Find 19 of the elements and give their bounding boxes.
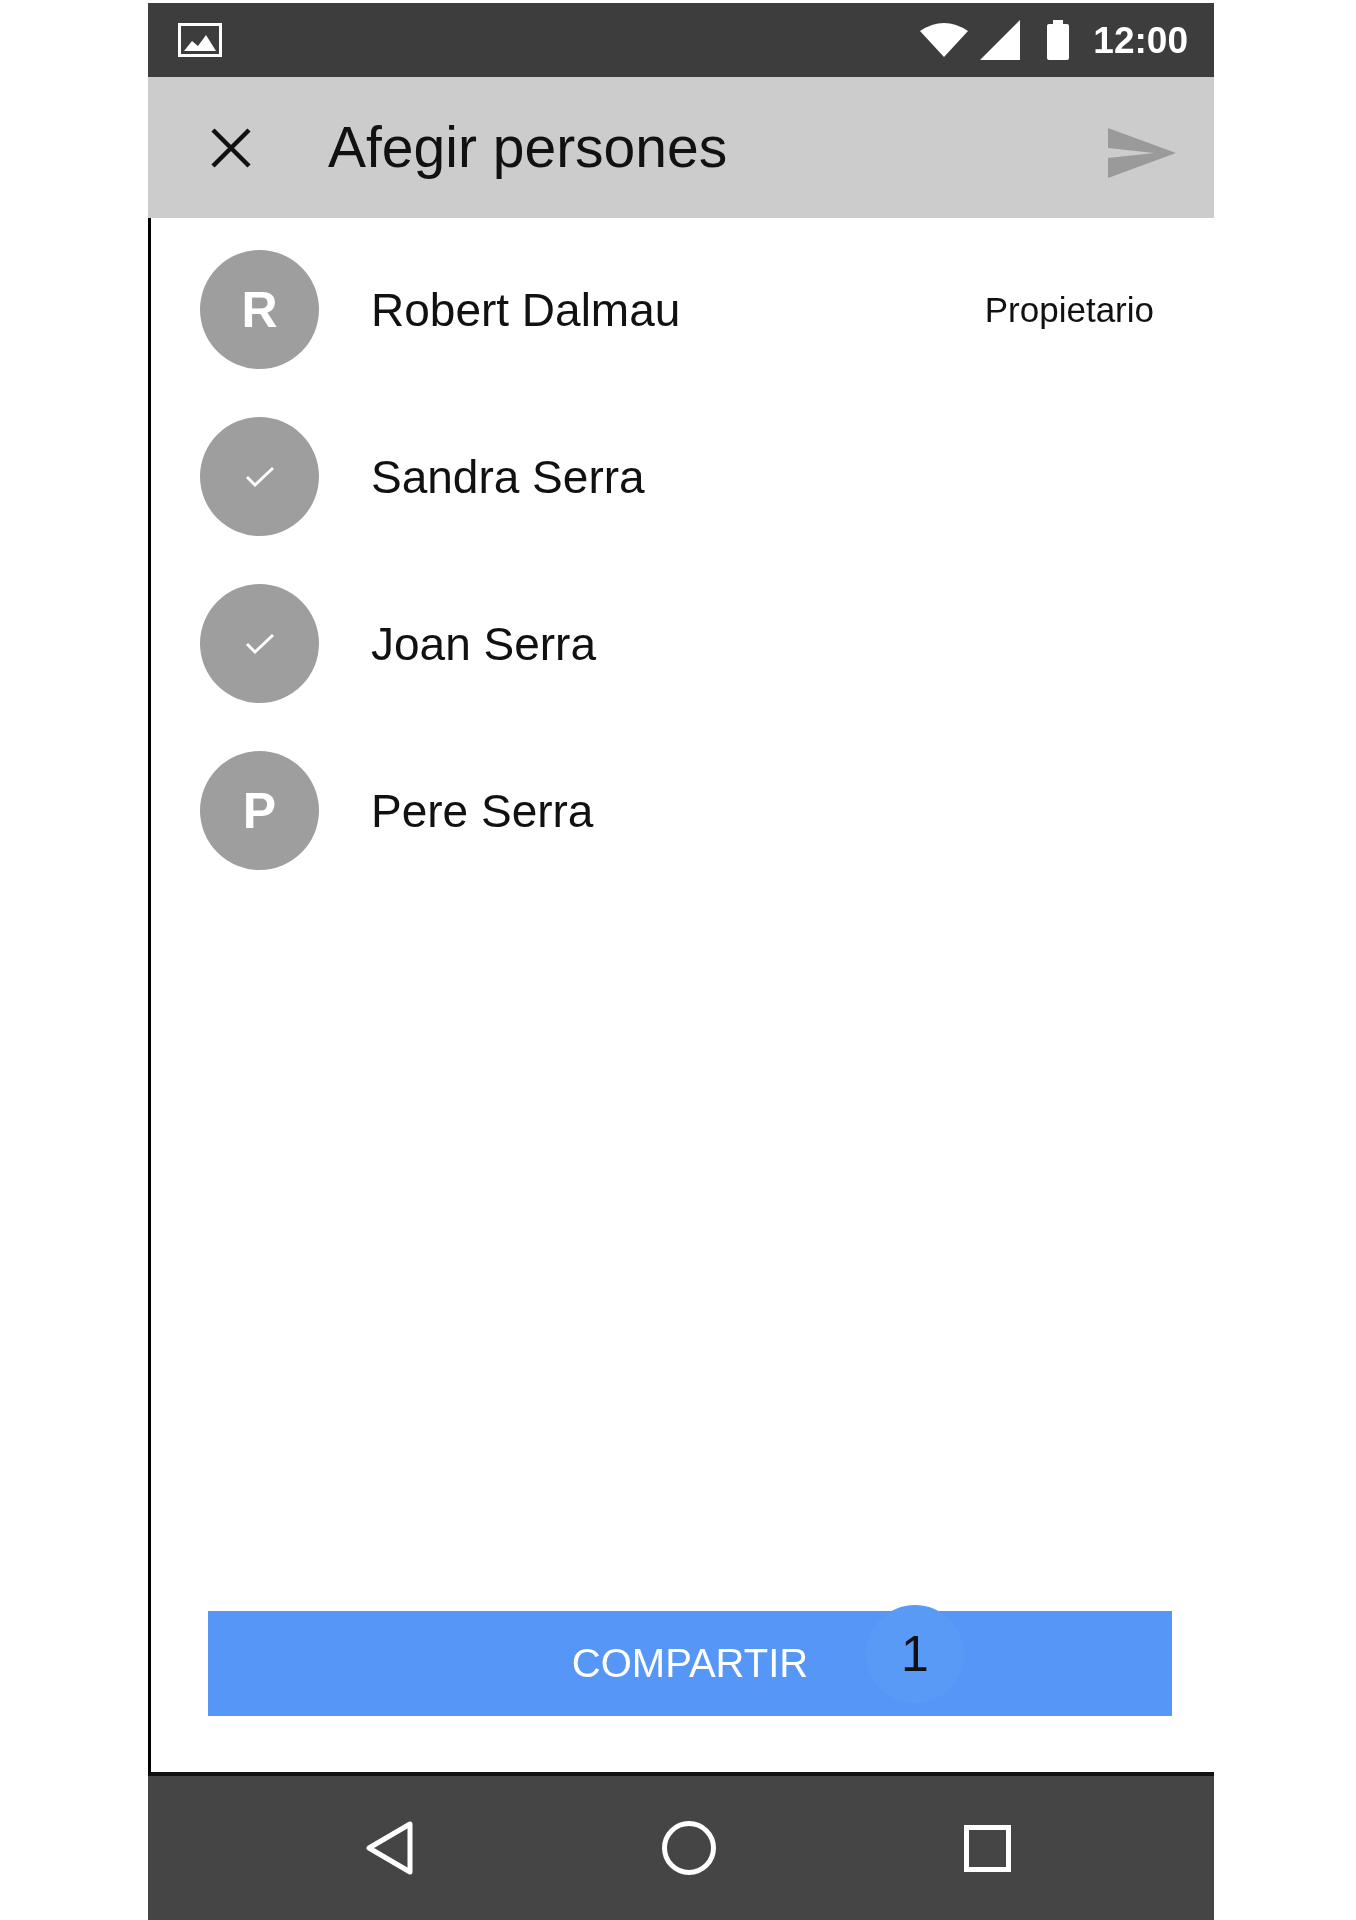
contact-name: Sandra Serra	[371, 449, 646, 504]
contact-name: Robert Dalmau	[371, 282, 682, 337]
check-icon	[244, 465, 275, 488]
screen-title: Afegir persones	[328, 114, 729, 182]
signal-icon	[980, 20, 1021, 60]
wifi-icon	[920, 23, 969, 57]
contact-name: Joan Serra	[371, 616, 597, 671]
avatar[interactable]: P	[200, 751, 319, 870]
home-icon[interactable]	[662, 1821, 716, 1875]
battery-icon	[1047, 20, 1070, 60]
back-icon[interactable]	[364, 1820, 414, 1876]
close-icon[interactable]	[210, 126, 252, 169]
contact-name: Pere Serra	[371, 783, 595, 838]
check-icon	[244, 632, 275, 655]
image-icon	[178, 23, 222, 57]
role-label: Propietario	[984, 289, 1154, 330]
clock-time: 12:00	[1093, 21, 1188, 59]
avatar[interactable]: R	[200, 250, 319, 369]
square-icon[interactable]	[964, 1824, 1011, 1872]
